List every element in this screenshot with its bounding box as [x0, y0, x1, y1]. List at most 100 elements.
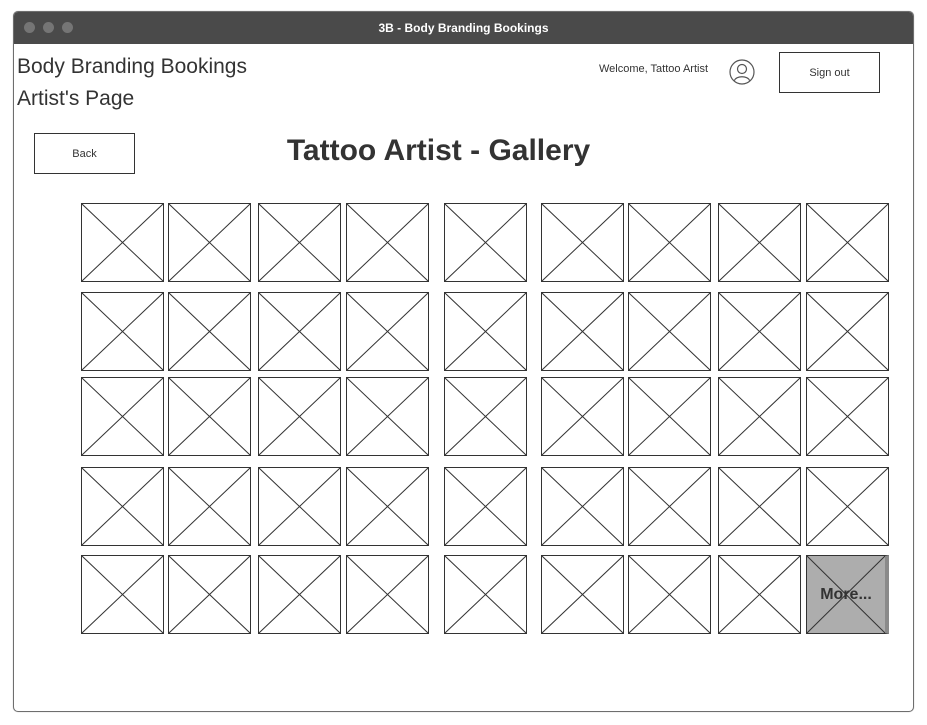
gallery-image[interactable]	[168, 203, 251, 282]
image-placeholder-icon	[542, 204, 623, 281]
gallery-image[interactable]	[718, 467, 801, 546]
gallery-image[interactable]	[258, 467, 341, 546]
gallery-image[interactable]	[258, 555, 341, 634]
app-name: Body Branding Bookings	[17, 55, 247, 78]
image-placeholder-icon	[807, 378, 888, 455]
gallery-image[interactable]	[541, 377, 624, 456]
image-placeholder-icon	[169, 204, 250, 281]
gallery-image[interactable]	[81, 555, 164, 634]
image-placeholder-icon	[542, 378, 623, 455]
image-placeholder-icon	[259, 204, 340, 281]
image-placeholder-icon	[629, 468, 710, 545]
image-placeholder-icon	[259, 468, 340, 545]
gallery-image[interactable]	[628, 555, 711, 634]
image-placeholder-icon	[82, 204, 163, 281]
gallery-image[interactable]	[628, 377, 711, 456]
image-placeholder-icon	[542, 468, 623, 545]
image-placeholder-icon	[542, 293, 623, 370]
image-placeholder-icon	[807, 293, 888, 370]
gallery-image[interactable]	[168, 555, 251, 634]
image-placeholder-icon	[82, 468, 163, 545]
window-title: 3B - Body Branding Bookings	[378, 21, 549, 35]
gallery-image[interactable]	[444, 467, 527, 546]
sign-out-button[interactable]: Sign out	[779, 52, 880, 93]
gallery-image[interactable]	[168, 292, 251, 371]
image-placeholder-icon	[445, 293, 526, 370]
gallery-image[interactable]	[346, 555, 429, 634]
title-bar: 3B - Body Branding Bookings	[14, 12, 913, 44]
app-window: 3B - Body Branding Bookings Body Brandin…	[13, 11, 914, 712]
gallery-image[interactable]	[444, 377, 527, 456]
image-placeholder-icon	[347, 293, 428, 370]
user-avatar-icon[interactable]	[729, 59, 755, 90]
page-title: Tattoo Artist - Gallery	[286, 134, 591, 167]
image-placeholder-icon	[347, 378, 428, 455]
gallery-image[interactable]	[258, 377, 341, 456]
image-placeholder-icon	[719, 378, 800, 455]
image-placeholder-icon	[719, 293, 800, 370]
gallery-image[interactable]	[346, 292, 429, 371]
image-placeholder-icon	[169, 378, 250, 455]
gallery-image[interactable]	[628, 467, 711, 546]
gallery-image[interactable]	[346, 377, 429, 456]
image-placeholder-icon	[807, 468, 888, 545]
image-placeholder-icon	[445, 378, 526, 455]
gallery-image[interactable]	[718, 377, 801, 456]
image-placeholder-icon	[82, 293, 163, 370]
gallery-image[interactable]	[81, 467, 164, 546]
gallery-image[interactable]	[718, 203, 801, 282]
gallery-image[interactable]	[81, 292, 164, 371]
gallery-image[interactable]	[806, 377, 889, 456]
image-placeholder-icon	[719, 556, 800, 633]
more-images-tile[interactable]: More...	[806, 555, 889, 634]
gallery-image[interactable]	[444, 203, 527, 282]
gallery-image[interactable]	[806, 467, 889, 546]
image-placeholder-icon	[347, 468, 428, 545]
page-subtitle: Artist's Page	[17, 87, 135, 110]
image-placeholder-icon	[719, 204, 800, 281]
image-placeholder-icon	[347, 204, 428, 281]
gallery-image[interactable]	[541, 292, 624, 371]
gallery-image[interactable]	[81, 203, 164, 282]
gallery-image[interactable]	[346, 203, 429, 282]
image-placeholder-icon	[629, 378, 710, 455]
image-placeholder-icon	[82, 378, 163, 455]
gallery-image[interactable]	[258, 203, 341, 282]
image-placeholder-icon	[629, 556, 710, 633]
image-placeholder-icon	[445, 204, 526, 281]
image-placeholder-icon	[807, 204, 888, 281]
gallery-image[interactable]	[168, 467, 251, 546]
gallery-image[interactable]	[541, 467, 624, 546]
image-placeholder-icon	[169, 468, 250, 545]
gallery-image[interactable]	[444, 292, 527, 371]
gallery-image[interactable]	[258, 292, 341, 371]
gallery-image[interactable]	[718, 292, 801, 371]
image-placeholder-icon	[629, 293, 710, 370]
image-placeholder-icon	[445, 556, 526, 633]
image-placeholder-icon	[445, 468, 526, 545]
gallery-image[interactable]	[541, 555, 624, 634]
gallery-image[interactable]	[628, 203, 711, 282]
image-placeholder-icon	[82, 556, 163, 633]
image-placeholder-icon	[259, 293, 340, 370]
image-placeholder-icon	[347, 556, 428, 633]
gallery-image[interactable]	[168, 377, 251, 456]
image-placeholder-icon	[719, 468, 800, 545]
gallery-image[interactable]	[444, 555, 527, 634]
gallery-image[interactable]	[346, 467, 429, 546]
gallery-image[interactable]	[718, 555, 801, 634]
gallery-image[interactable]	[628, 292, 711, 371]
image-placeholder-icon	[542, 556, 623, 633]
gallery-image[interactable]	[806, 292, 889, 371]
image-placeholder-icon	[169, 293, 250, 370]
gallery-image[interactable]	[806, 203, 889, 282]
brand-block: Body Branding Bookings Artist's Page	[17, 51, 247, 115]
gallery-image[interactable]	[81, 377, 164, 456]
welcome-text: Welcome, Tattoo Artist	[599, 63, 709, 75]
gallery-image[interactable]	[541, 203, 624, 282]
more-label: More...	[820, 586, 872, 603]
image-placeholder-icon	[629, 204, 710, 281]
image-placeholder-icon	[169, 556, 250, 633]
image-placeholder-icon	[259, 378, 340, 455]
image-placeholder-icon	[259, 556, 340, 633]
